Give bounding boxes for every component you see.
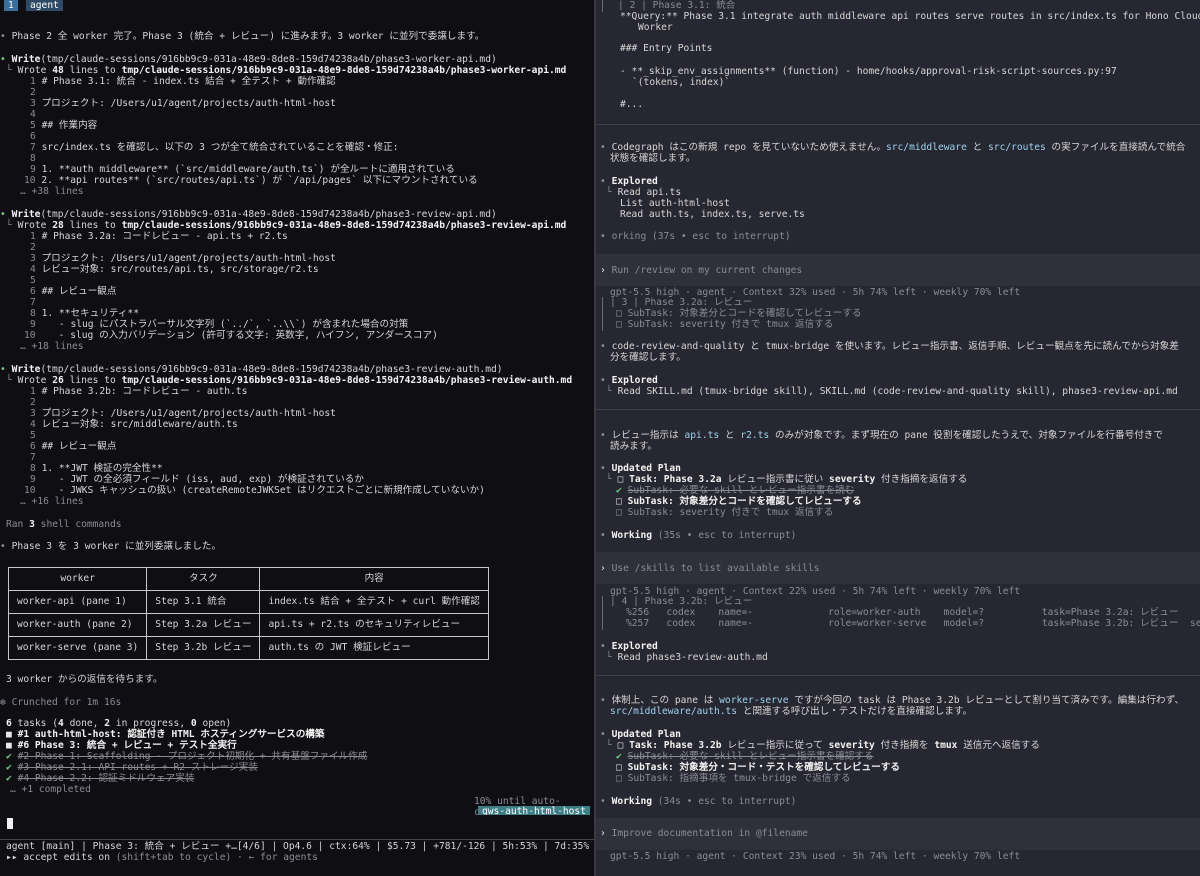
- explored-heading: • Explored: [600, 641, 658, 652]
- plan-task: └ □ Task: Phase 3.2b レビュー指示に従って severity…: [606, 740, 1040, 751]
- table-cell: Step 3.2a レビュー: [146, 613, 261, 637]
- text-cursor: [7, 818, 13, 829]
- prompt-suggestion[interactable]: › Run /review on my current changes: [600, 265, 802, 276]
- subtask-item: □ SubTask: severity 付きで tmux 返信する: [616, 319, 834, 330]
- review-message-cont: 読みます。: [610, 441, 658, 452]
- plan-subtask-pending: □ SubTask: 指摘事項を tmux-bridge で返信する: [616, 773, 851, 784]
- plan-heading: • Updated Plan: [600, 729, 681, 740]
- plan-subtask-active: □ SubTask: 対象差分・コード・テストを確認してレビューする: [616, 762, 900, 773]
- skill-message-cont: 分を確認します。: [610, 352, 686, 363]
- skill-message: • code-review-and-quality と tmux-bridge …: [600, 341, 1179, 352]
- working-indicator: • orking (37s • esc to interrupt): [600, 231, 791, 242]
- prompt-suggestion[interactable]: › Use /skills to list available skills: [600, 563, 820, 574]
- entry-points-heading: ### Entry Points: [620, 43, 713, 54]
- separator: [596, 124, 1200, 125]
- crunched-line: ✻ Crunched for 1m 16s: [0, 697, 122, 708]
- explored-item: List auth-html-host: [620, 198, 730, 209]
- pane-header-4: | 4 | Phase 3.2b: レビュー: [610, 596, 753, 607]
- pane-border: [602, 0, 603, 12]
- plan-subtask-active: □ SubTask: 対象差分とコードを確認してレビューする: [616, 496, 862, 507]
- table-cell: index.ts 結合 + 全テスト + curl 動作確認: [259, 590, 489, 614]
- table-header: worker: [7, 567, 148, 591]
- plan-heading: • Updated Plan: [600, 463, 681, 474]
- separator: [596, 409, 1200, 410]
- plan-task: └ □ Task: Phase 3.2a レビュー指示書に従い severity…: [606, 474, 968, 485]
- right-pane: | 2 | Phase 3.1: 統合 **Query:** Phase 3.1…: [596, 0, 1200, 876]
- write-result-3: └ Wrote 26 lines to tmp/claude-sessions/…: [6, 375, 573, 386]
- role-message-cont: src/middleware/auth.ts と関連する呼び出し・テストだけを直…: [610, 706, 973, 717]
- write-result-1: └ Wrote 48 lines to tmp/claude-sessions/…: [6, 65, 567, 76]
- table-row: worker-auth (pane 2) Step 3.2a レビュー api.…: [7, 613, 489, 637]
- prompt-suggestion[interactable]: › Improve documentation in @filename: [600, 828, 808, 839]
- plan-subtask-done: ✔ SubTask: 必要な skill とレビュー指示書を読む: [616, 485, 855, 496]
- explored-heading: • Explored: [600, 375, 658, 386]
- table-header-row: worker タスク 内容: [7, 567, 489, 591]
- task-item: ■ #6 Phase 3: 統合 + レビュー + テスト全実行: [6, 740, 237, 751]
- task-item: ✔ #4 Phase 2.2: 認証ミドルウェア実装: [6, 773, 195, 784]
- explored-item: └ Read SKILL.md (tmux-bridge skill), SKI…: [606, 386, 1178, 397]
- table-cell: worker-auth (pane 2): [7, 613, 148, 637]
- write-result-2: └ Wrote 28 lines to tmp/claude-sessions/…: [6, 220, 567, 231]
- working-indicator: • Working (34s • esc to interrupt): [600, 796, 797, 807]
- prompt-input[interactable]: [0, 815, 594, 831]
- table-cell: Step 3.2b レビュー: [146, 636, 261, 660]
- status-line: agent [main] | Phase 3: 統合 + レビュー +…[4/6…: [6, 841, 594, 852]
- table-cell: auth.ts の JWT 検証レビュー: [259, 636, 489, 660]
- table-header: タスク: [146, 567, 261, 591]
- codegraph-message-cont: 状態を確認します。: [610, 153, 696, 164]
- review-message: • レビュー指示は api.ts と r2.ts のみが対象です。まず現在の p…: [600, 430, 1163, 441]
- delegated-message: • Phase 3 を 3 worker に並列委譲しました。: [0, 541, 222, 552]
- worker-table: worker タスク 内容 worker-api (pane 1) Step 3…: [7, 567, 489, 660]
- completed-more: … +1 completed: [10, 784, 91, 795]
- query-line: **Query:** Phase 3.1 integrate auth midd…: [620, 11, 1200, 22]
- model-status-bar: gpt-5.5 high · agent · Context 23% used …: [610, 851, 1021, 862]
- left-pane: 1 agent • Phase 2 全 worker 完了。Phase 3 (統…: [0, 0, 594, 876]
- ellipsis-line: #...: [620, 99, 644, 110]
- pane-header-2: | 2 | Phase 3.1: 統合: [618, 0, 736, 11]
- pane-list-row: %256 codex name=- role=worker-auth model…: [626, 607, 1179, 618]
- task-item: ✔ #2 Phase 1: Scaffolding - プロジェクト初期化 + …: [6, 751, 368, 762]
- plan-subtask-done: ✔ SubTask: 必要な skill とレビュー指示書を確認する: [616, 751, 874, 762]
- subtask-item: □ SubTask: 対象差分とコードを確認してレビューする: [616, 308, 862, 319]
- pane-header-3: | 3 | Phase 3.2a: レビュー: [610, 297, 753, 308]
- explored-item: └ Read api.ts: [606, 187, 682, 198]
- pane-border: [602, 596, 603, 630]
- working-indicator: • Working (35s • esc to interrupt): [600, 530, 797, 541]
- write-call-2: • Write(tmp/claude-sessions/916bb9c9-031…: [0, 209, 497, 220]
- write-call-1: • Write(tmp/claude-sessions/916bb9c9-031…: [0, 54, 497, 65]
- codegraph-message: • Codegraph はこの新規 repo を見ていないため使えません。src…: [600, 142, 1186, 153]
- explored-item: Read auth.ts, index.ts, serve.ts: [620, 209, 805, 220]
- explored-item: └ Read phase3-review-auth.md: [606, 652, 768, 663]
- ran-commands: Ran 3 shell commands: [6, 519, 122, 530]
- separator: [596, 675, 1200, 676]
- query-line-cont: Worker: [638, 22, 673, 33]
- table-row: worker-api (pane 1) Step 3.1 統合 index.ts…: [7, 590, 489, 614]
- table-cell: worker-api (pane 1): [7, 590, 148, 614]
- entry-point-item: - **_skip_env_assignments** (function) -…: [620, 66, 1117, 77]
- pane-border: [602, 297, 603, 331]
- table-cell: api.ts + r2.ts のセキュリティレビュー: [259, 613, 489, 637]
- plan-subtask-pending: □ SubTask: severity 付きで tmux 返信する: [616, 507, 834, 518]
- explored-heading: • Explored: [600, 176, 658, 187]
- waiting-message: 3 worker からの返信を待ちます。: [6, 674, 163, 685]
- write-call-3: • Write(tmp/claude-sessions/916bb9c9-031…: [0, 364, 503, 375]
- task-item: ■ #1 auth-html-host: 認証付き HTML ホスティングサービ…: [6, 729, 325, 740]
- pane-list-row: %257 codex name=- role=worker-serve mode…: [626, 618, 1200, 629]
- task-item: ✔ #3 Phase 2.1: API routes + R2 ストレージ実装: [6, 762, 258, 773]
- tasks-summary: 6 tasks (4 done, 2 in progress, 0 open): [6, 718, 232, 729]
- tab-bar: 1 agent: [0, 0, 594, 12]
- table-header: 内容: [259, 567, 489, 591]
- table-row: worker-serve (pane 3) Step 3.2b レビュー aut…: [7, 636, 489, 660]
- table-cell: worker-serve (pane 3): [7, 636, 148, 660]
- table-cell: Step 3.1 統合: [146, 590, 261, 614]
- tab-number[interactable]: 1: [4, 0, 18, 11]
- tab-agent[interactable]: agent: [26, 0, 63, 11]
- mode-line[interactable]: ▸▸ accept edits on (shift+tab to cycle) …: [6, 852, 318, 863]
- phase2-message: • Phase 2 全 worker 完了。Phase 3 (統合 + レビュー…: [0, 31, 485, 42]
- entry-point-signature: `(tokens, index)`: [632, 77, 731, 88]
- role-message: • 体制上、この pane は worker-serve ですが今回の task…: [600, 695, 1185, 706]
